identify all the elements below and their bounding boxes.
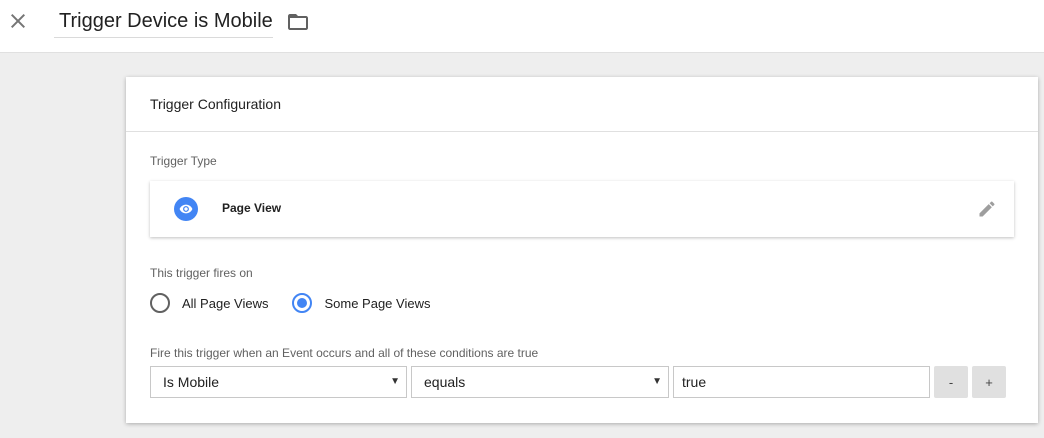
page-title[interactable]: Trigger Device is Mobile (59, 10, 273, 32)
radio-some-page-views[interactable]: Some Page Views (292, 293, 430, 313)
folder-button[interactable] (286, 10, 310, 34)
operator-select[interactable]: equals ▼ (411, 366, 669, 398)
radio-checked-icon[interactable] (292, 293, 313, 313)
trigger-type-name: Page View (222, 201, 282, 215)
trigger-configuration-card: Trigger Configuration Trigger Type Page … (126, 77, 1038, 423)
variable-select[interactable]: Is Mobile ▼ (150, 366, 407, 398)
radio-unchecked-icon[interactable] (150, 293, 170, 313)
dropdown-arrow-icon: ▼ (390, 376, 400, 387)
condition-value-text: true (682, 374, 707, 390)
trigger-type-selector[interactable]: Page View (150, 181, 1014, 237)
edit-trigger-type-button[interactable] (976, 198, 998, 220)
fires-on-radio-group: All Page Views Some Page Views (150, 293, 454, 313)
radio-all-page-views[interactable]: All Page Views (150, 293, 268, 313)
close-button[interactable] (6, 9, 30, 33)
fires-on-label: This trigger fires on (150, 266, 253, 280)
top-bar: Trigger Device is Mobile (0, 0, 1044, 53)
radio-label: All Page Views (182, 295, 269, 311)
operator-select-value: equals (424, 374, 466, 390)
variable-select-value: Is Mobile (163, 374, 220, 390)
radio-label: Some Page Views (324, 295, 431, 311)
remove-condition-button[interactable]: - (934, 366, 968, 398)
condition-label: Fire this trigger when an Event occurs a… (150, 346, 539, 360)
add-condition-button[interactable]: + (972, 366, 1006, 398)
condition-value-input[interactable]: true (673, 366, 930, 398)
eye-icon-badge (174, 197, 198, 221)
card-header: Trigger Configuration (126, 77, 1038, 132)
pencil-icon (979, 201, 995, 217)
folder-icon (288, 14, 308, 30)
title-field[interactable]: Trigger Device is Mobile (54, 7, 273, 38)
card-title: Trigger Configuration (150, 96, 281, 112)
dropdown-arrow-icon: ▼ (652, 376, 662, 387)
eye-icon (179, 204, 193, 214)
trigger-type-label: Trigger Type (150, 154, 217, 168)
close-icon (11, 14, 25, 28)
